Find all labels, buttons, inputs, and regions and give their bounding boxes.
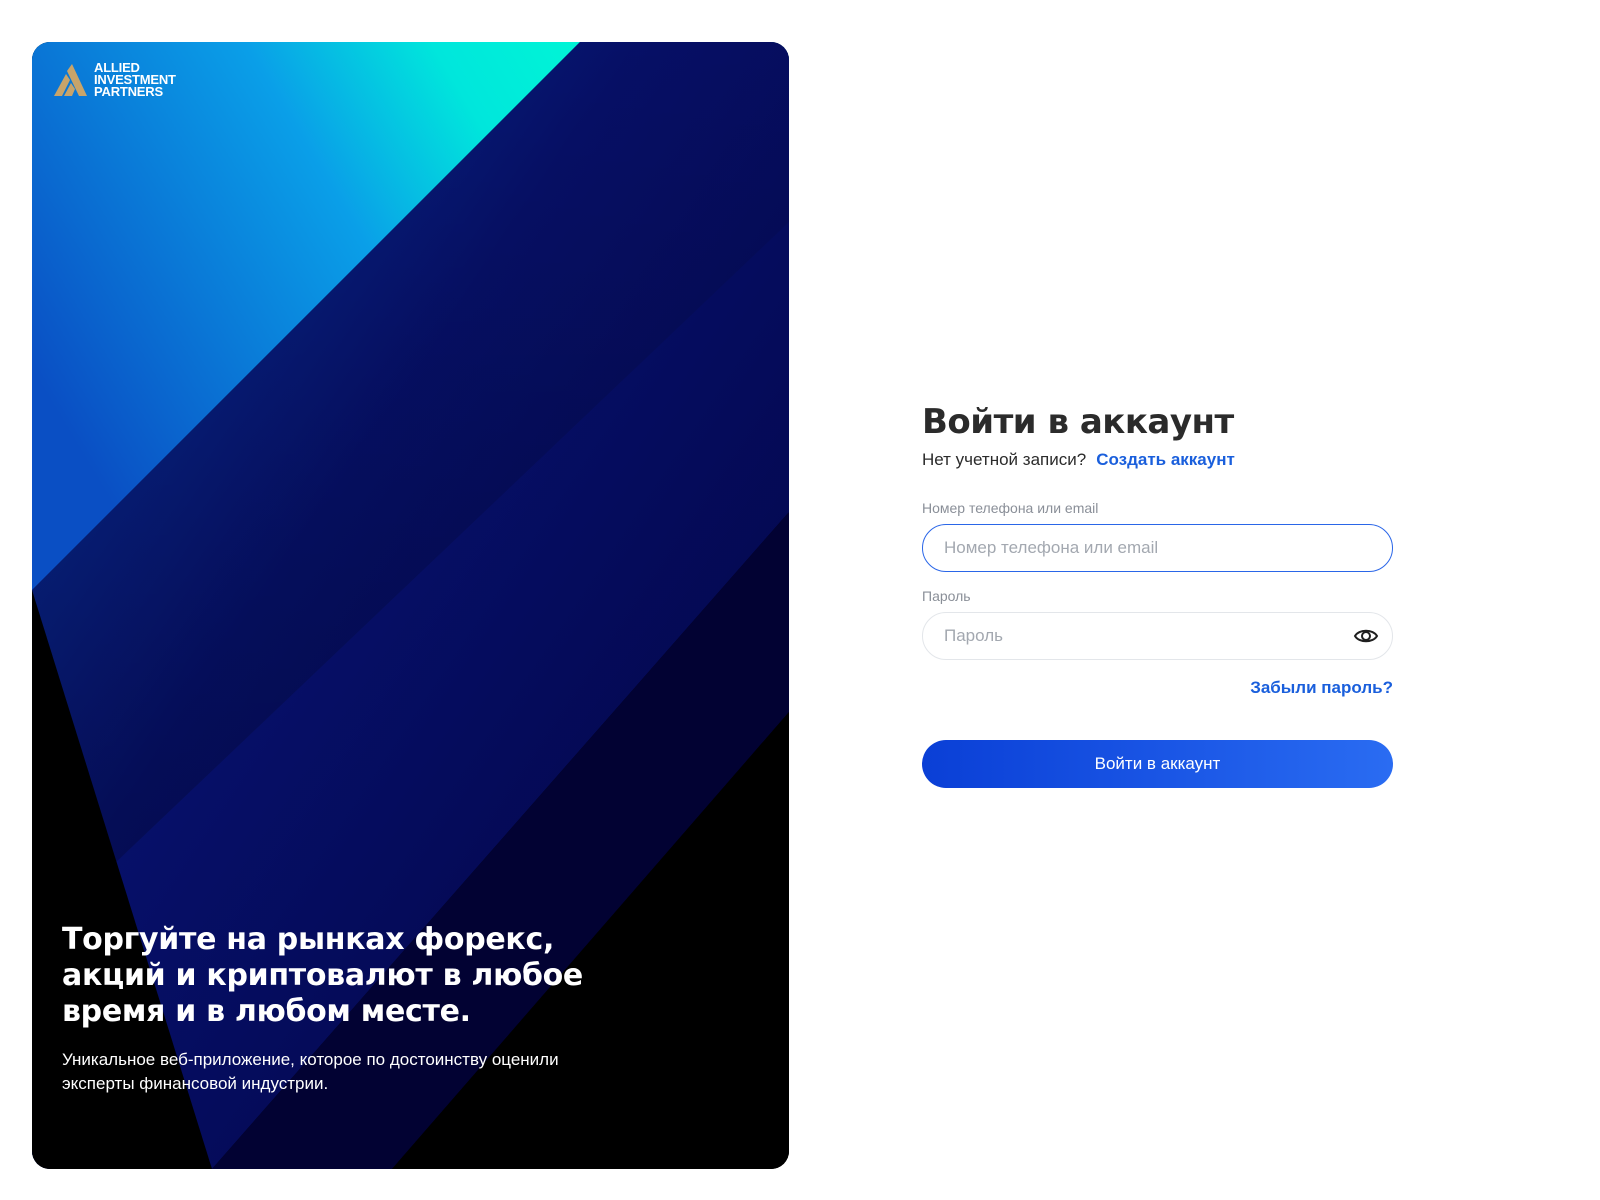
password-input-wrapper bbox=[922, 612, 1393, 660]
hero-title: Торгуйте на рынках форекс, акций и крипт… bbox=[62, 922, 583, 1029]
email-input[interactable] bbox=[922, 524, 1393, 572]
no-account-text: Нет учетной записи? bbox=[922, 450, 1087, 469]
forgot-password-link[interactable]: Забыли пароль? bbox=[1250, 678, 1393, 697]
create-account-link[interactable]: Создать аккаунт bbox=[1096, 450, 1235, 470]
brand-logo: ALLIED INVESTMENT PARTNERS bbox=[52, 61, 176, 99]
signup-prompt: Нет учетной записи? Создать аккаунт bbox=[922, 450, 1393, 470]
login-form: Войти в аккаунт Нет учетной записи? Созд… bbox=[922, 400, 1393, 788]
brand-line-3: PARTNERS bbox=[94, 84, 163, 99]
password-field: Пароль bbox=[922, 588, 1393, 660]
email-field-label: Номер телефона или email bbox=[922, 500, 1099, 516]
hero-panel: ALLIED INVESTMENT PARTNERS Торгуйте на р… bbox=[32, 42, 789, 1169]
password-field-label: Пароль bbox=[922, 588, 971, 604]
eye-icon[interactable] bbox=[1353, 624, 1379, 648]
login-title: Войти в аккаунт bbox=[922, 402, 1234, 442]
password-input[interactable] bbox=[922, 612, 1393, 660]
email-field: Номер телефона или email bbox=[922, 500, 1393, 572]
forgot-password-row: Забыли пароль? bbox=[922, 678, 1393, 698]
allied-logo-icon bbox=[54, 64, 87, 96]
hero-subtitle: Уникальное веб-приложение, которое по до… bbox=[62, 1050, 559, 1093]
login-submit-button[interactable]: Войти в аккаунт bbox=[922, 740, 1393, 788]
brand-name: ALLIED INVESTMENT PARTNERS bbox=[94, 61, 176, 99]
email-input-wrapper bbox=[922, 524, 1393, 572]
